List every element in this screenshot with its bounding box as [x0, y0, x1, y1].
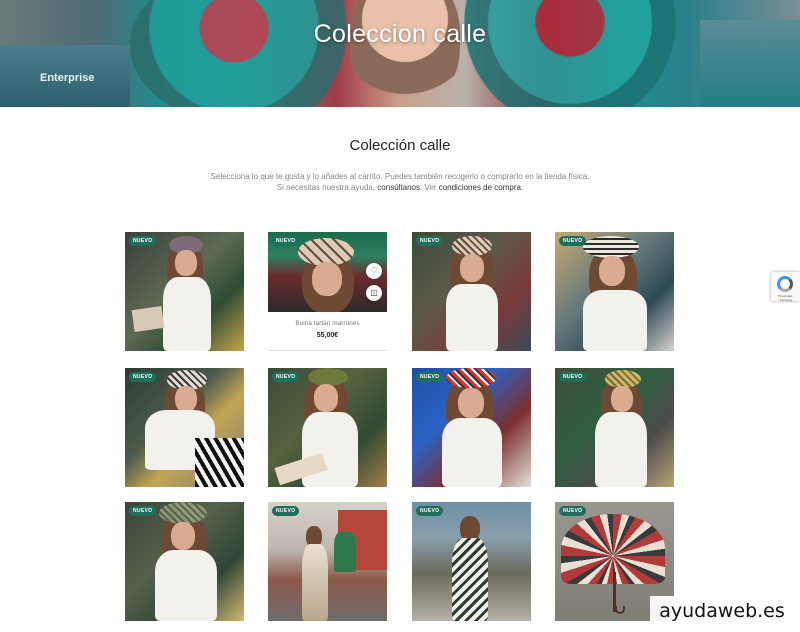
- add-to-cart-button[interactable]: ◫: [366, 285, 382, 301]
- product-photo: [125, 502, 244, 621]
- contact-link[interactable]: consúltanos: [377, 183, 420, 192]
- new-badge: NUEVO: [559, 236, 587, 246]
- recaptcha-label: Privacidad - Términos: [778, 294, 794, 302]
- new-badge: NUEVO: [129, 372, 157, 382]
- product-card[interactable]: NUEVO ♡ ◫ Boina tartán marrones 55,00€: [268, 232, 387, 351]
- product-card[interactable]: NUEVO: [125, 502, 244, 621]
- product-card[interactable]: NUEVO: [268, 368, 387, 487]
- product-card[interactable]: NUEVO: [555, 232, 674, 351]
- new-badge: NUEVO: [416, 372, 444, 382]
- product-name[interactable]: Boina tartán marrones: [268, 320, 387, 327]
- new-badge: NUEVO: [416, 236, 444, 246]
- product-photo: [412, 502, 531, 621]
- new-badge: NUEVO: [559, 506, 587, 516]
- intro-line-2-mid: . Ver: [420, 183, 439, 192]
- product-card[interactable]: NUEVO: [555, 368, 674, 487]
- intro-line-2: Si necesitas nuestra ayuda, consúltanos.…: [0, 182, 800, 193]
- new-badge: NUEVO: [559, 372, 587, 382]
- product-photo: [268, 502, 387, 621]
- purchase-conditions-link[interactable]: condiciones de compra: [439, 183, 521, 192]
- watermark: ayudaweb.es: [650, 596, 794, 626]
- intro-line-2-post: .: [520, 183, 524, 192]
- product-photo: [268, 368, 387, 487]
- recaptcha-icon: [777, 276, 793, 292]
- new-badge: NUEVO: [129, 506, 157, 516]
- heart-icon: ♡: [370, 266, 378, 275]
- product-card[interactable]: NUEVO: [412, 232, 531, 351]
- hero-umbrella-right: [440, 0, 700, 107]
- product-card[interactable]: NUEVO: [125, 232, 244, 351]
- intro-line-1: Selecciona lo que te gusta y lo añades a…: [210, 172, 590, 181]
- recaptcha-badge[interactable]: Privacidad - Términos: [771, 272, 800, 302]
- new-badge: NUEVO: [272, 236, 300, 246]
- hero-banner: Enterprise Coleccion calle: [0, 0, 800, 107]
- intro-text: Selecciona lo que te gusta y lo añades a…: [0, 171, 800, 193]
- new-badge: NUEVO: [272, 372, 300, 382]
- hero-truck-text: Enterprise: [40, 72, 95, 84]
- product-photo: [125, 232, 244, 351]
- product-price: 55,00€: [316, 332, 339, 339]
- hero-title: Coleccion calle: [313, 20, 487, 48]
- new-badge: NUEVO: [416, 506, 444, 516]
- product-card[interactable]: NUEVO: [125, 368, 244, 487]
- product-photo: [412, 368, 531, 487]
- product-card[interactable]: NUEVO: [412, 502, 531, 621]
- new-badge: NUEVO: [129, 236, 157, 246]
- product-card[interactable]: NUEVO: [268, 502, 387, 621]
- new-badge: NUEVO: [272, 506, 300, 516]
- product-photo: [555, 232, 674, 351]
- hero-model-face: [350, 0, 460, 107]
- product-photo: [412, 232, 531, 351]
- wishlist-button[interactable]: ♡: [366, 263, 382, 279]
- product-photo: [125, 368, 244, 487]
- product-photo: [555, 368, 674, 487]
- product-card[interactable]: NUEVO: [412, 368, 531, 487]
- intro-line-2-pre: Si necesitas nuestra ayuda,: [276, 183, 378, 192]
- page-title: Colección calle: [349, 137, 451, 154]
- bag-icon: ◫: [370, 288, 378, 297]
